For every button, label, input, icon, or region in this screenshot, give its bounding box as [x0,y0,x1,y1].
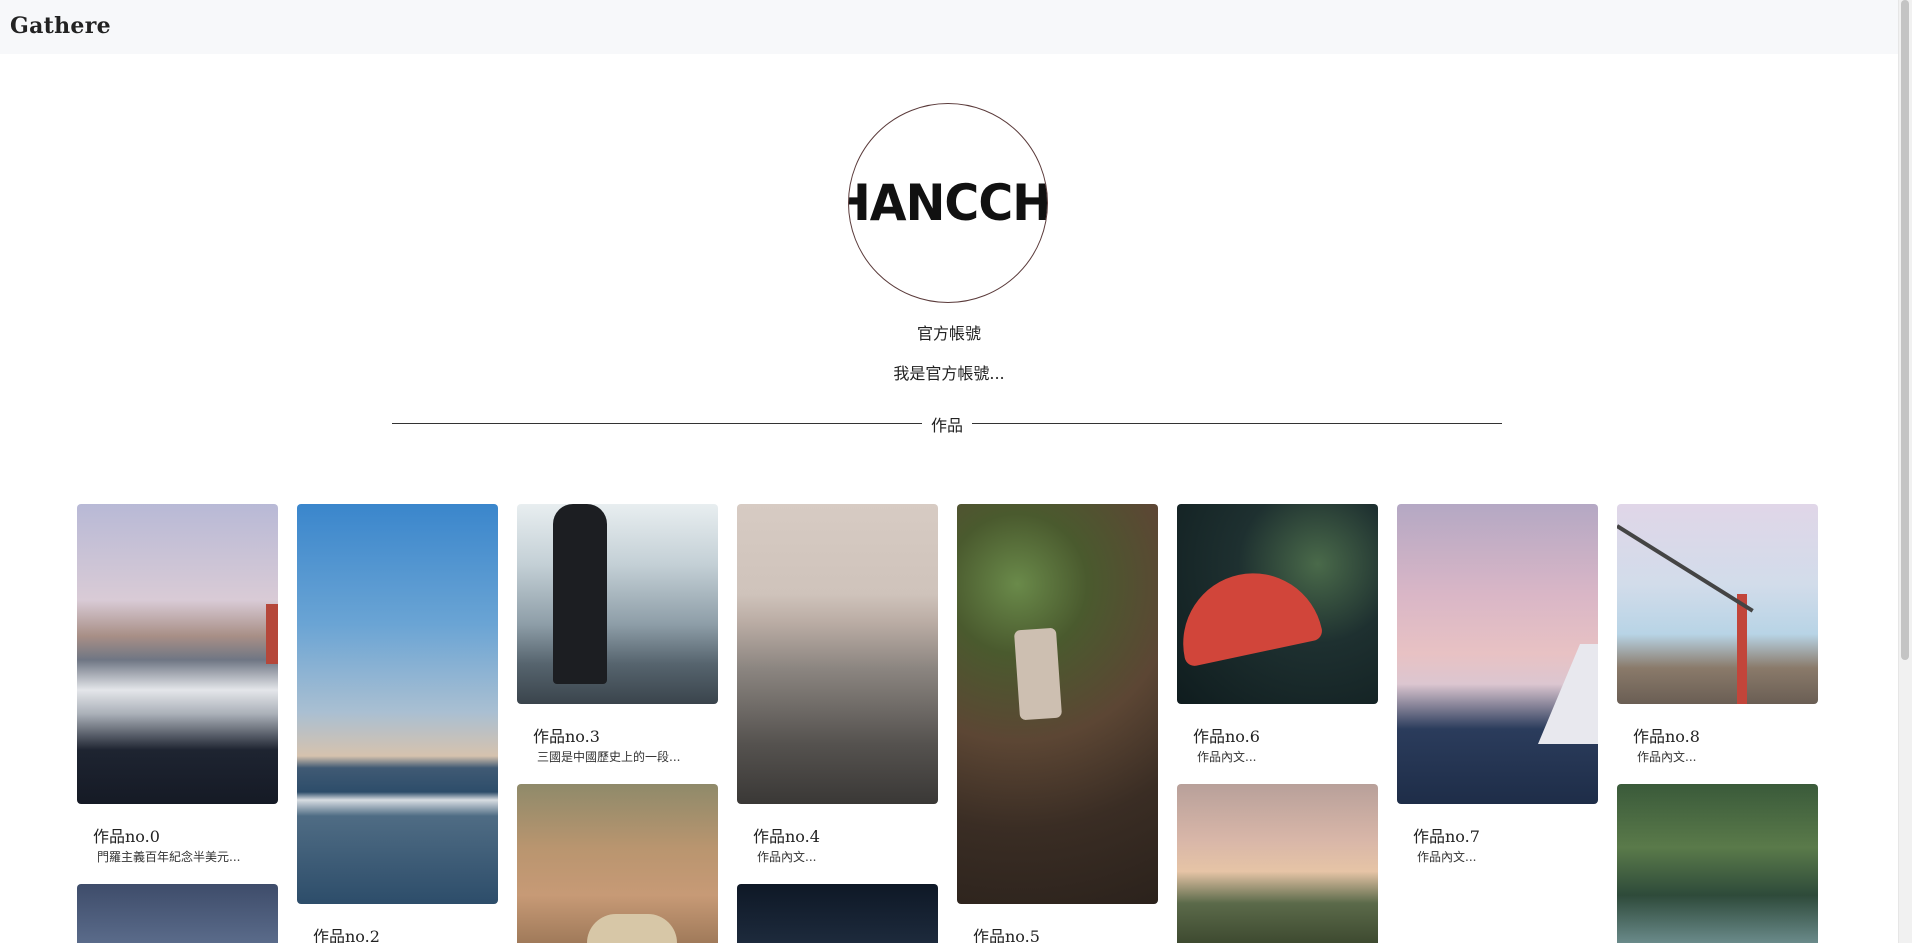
work-desc-0: 門羅主義百年紀念半美元... [97,850,241,864]
works-section-label: 作品 [930,416,963,435]
profile-name: 官方帳號 [916,324,981,343]
work-title-3[interactable]: 作品no.3 [533,723,600,747]
work-photo-1[interactable] [77,884,278,943]
brand-logo[interactable]: Gathere [10,13,111,39]
work-title-4[interactable]: 作品no.4 [753,823,820,847]
work-desc-6: 作品內文... [1197,750,1257,764]
work-title-8[interactable]: 作品no.8 [1633,723,1700,747]
work-photo-3[interactable] [517,504,718,704]
work-card-4b[interactable] [737,884,938,943]
work-card-8b[interactable] [1617,784,1818,943]
profile-bio: 我是官方帳號... [893,364,1005,383]
work-photo-8[interactable] [1617,504,1818,704]
top-nav-bar: Gathere [0,0,1898,54]
work-title-5[interactable]: 作品no.5 [973,923,1040,943]
work-card-1[interactable] [77,884,278,943]
work-card-2[interactable]: 作品no.2 [297,504,498,943]
work-photo-8b[interactable] [1617,784,1818,943]
bridge-tower-shape [266,604,278,664]
work-photo-2[interactable] [297,504,498,904]
work-photo-4b[interactable] [737,884,938,943]
work-card-6[interactable]: 作品no.6 作品內文... [1177,504,1378,780]
work-card-3[interactable]: 作品no.3 三國是中國歷史上的一段... [517,504,718,780]
snowy-peak-shape [1538,644,1598,744]
bridge-cable-shape [1617,524,1754,613]
work-title-2[interactable]: 作品no.2 [313,923,380,943]
silhouette-person-shape [553,504,607,684]
work-card-8[interactable]: 作品no.8 作品內文... [1617,504,1818,780]
work-photo-3b[interactable] [517,784,718,943]
work-card-6b[interactable] [1177,784,1378,943]
work-title-7[interactable]: 作品no.7 [1413,823,1480,847]
red-umbrella-shape [1177,560,1324,668]
work-card-0[interactable]: 作品no.0 門羅主義百年紀念半美元... [77,504,278,864]
work-photo-4[interactable] [737,504,938,804]
work-photo-6[interactable] [1177,504,1378,704]
avatar-logo-text: HANCCHUN [849,177,1048,229]
work-card-4[interactable]: 作品no.4 作品內文... [737,504,938,864]
work-photo-7[interactable] [1397,504,1598,804]
works-section-divider: 作品 [392,412,1502,435]
work-desc-4: 作品內文... [757,850,817,864]
scrollbar-thumb[interactable] [1901,0,1909,660]
work-desc-3: 三國是中國歷史上的一段... [537,750,681,764]
work-card-3b[interactable] [517,784,718,943]
work-card-7[interactable]: 作品no.7 作品內文... [1397,504,1598,864]
bridge-tower-shape [1737,594,1747,704]
stone-shape [1013,627,1063,721]
divider-line-right [972,423,1502,424]
profile-avatar: HANCCHUN [848,103,1048,303]
work-desc-7: 作品內文... [1417,850,1477,864]
work-desc-8: 作品內文... [1637,750,1697,764]
work-title-6[interactable]: 作品no.6 [1193,723,1260,747]
work-photo-0[interactable] [77,504,278,804]
leopard-shape [587,914,677,943]
work-card-5[interactable]: 作品no.5 [957,504,1158,943]
work-photo-6b[interactable] [1177,784,1378,943]
page-scrollbar[interactable] [1898,0,1912,943]
work-photo-5[interactable] [957,504,1158,904]
work-title-0[interactable]: 作品no.0 [93,823,160,847]
